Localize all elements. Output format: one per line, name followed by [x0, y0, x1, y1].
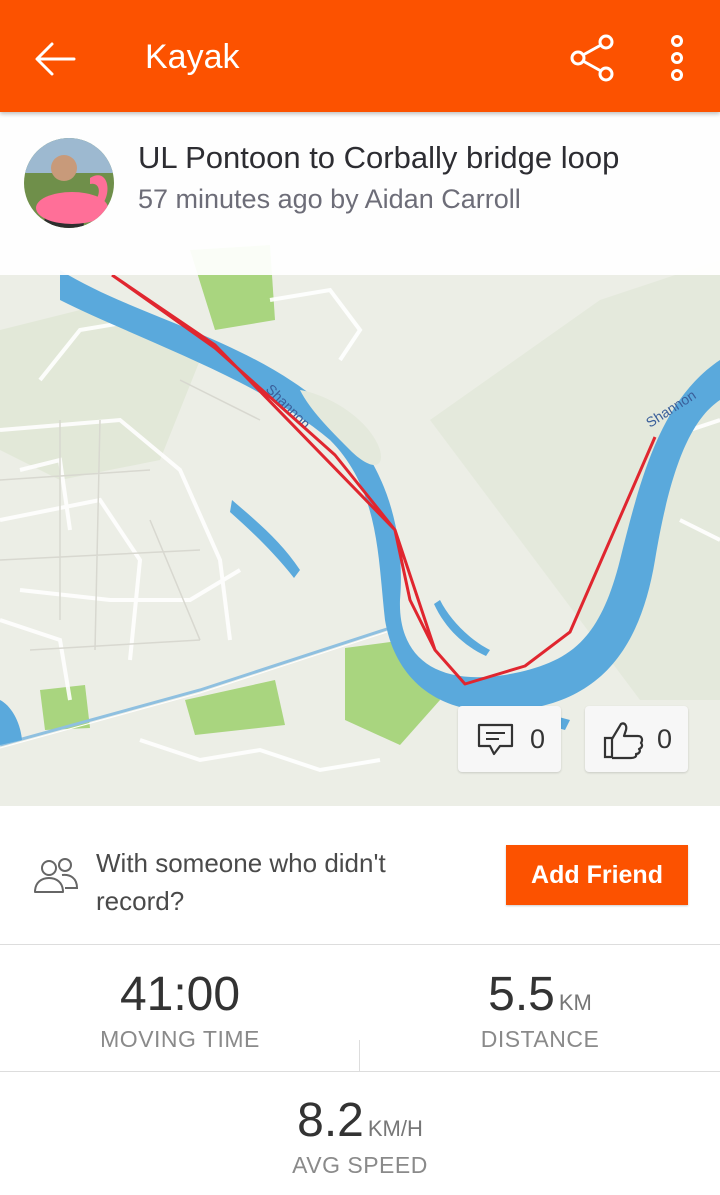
- author-name[interactable]: Aidan Carroll: [365, 184, 521, 214]
- moving-time-stat: 41:00 MOVING TIME: [0, 967, 360, 1053]
- comment-counter[interactable]: 0: [458, 706, 561, 772]
- avg-speed-value: 8.2: [297, 1094, 364, 1147]
- people-icon: [34, 858, 79, 893]
- add-friend-row: With someone who didn't record? Add Frie…: [0, 806, 720, 945]
- friend-prompt-text: With someone who didn't record?: [96, 848, 386, 916]
- moving-time-value: 41:00: [119, 968, 241, 1021]
- distance-value: 5.5: [488, 968, 555, 1021]
- stat-divider: [0, 1071, 720, 1072]
- app-bar: Kayak: [0, 0, 720, 112]
- add-friend-button[interactable]: Add Friend: [506, 845, 688, 905]
- more-vertical-icon[interactable]: [660, 32, 694, 84]
- activity-title: UL Pontoon to Corbally bridge loop: [138, 140, 620, 175]
- activity-subtitle: 57 minutes ago by Aidan Carroll: [138, 184, 521, 215]
- distance-unit: KM: [558, 990, 592, 1015]
- activity-header: UL Pontoon to Corbally bridge loop 57 mi…: [0, 112, 720, 275]
- arrow-left-icon[interactable]: [30, 34, 80, 84]
- comment-icon: [477, 723, 514, 756]
- avg-speed-stat: 8.2 KM/H AVG SPEED: [0, 1093, 720, 1179]
- share-icon[interactable]: [566, 32, 618, 84]
- avatar[interactable]: [24, 138, 114, 228]
- stat-divider: [359, 1040, 360, 1072]
- comment-count: 0: [530, 724, 546, 754]
- moving-time-label: MOVING TIME: [100, 1026, 260, 1052]
- app-title: Kayak: [145, 38, 240, 76]
- thumbs-up-icon: [603, 722, 644, 760]
- avg-speed-unit: KM/H: [367, 1116, 423, 1141]
- kudos-counter[interactable]: 0: [585, 706, 688, 772]
- time-ago: 57 minutes ago by: [138, 184, 359, 214]
- kudos-count: 0: [657, 724, 673, 754]
- distance-stat: 5.5 KM DISTANCE: [360, 967, 720, 1053]
- distance-label: DISTANCE: [480, 1026, 600, 1052]
- activity-stats: 41:00 MOVING TIME 5.5 KM DISTANCE 8.2 KM/H…: [0, 945, 720, 1195]
- avg-speed-label: AVG SPEED: [292, 1152, 428, 1178]
